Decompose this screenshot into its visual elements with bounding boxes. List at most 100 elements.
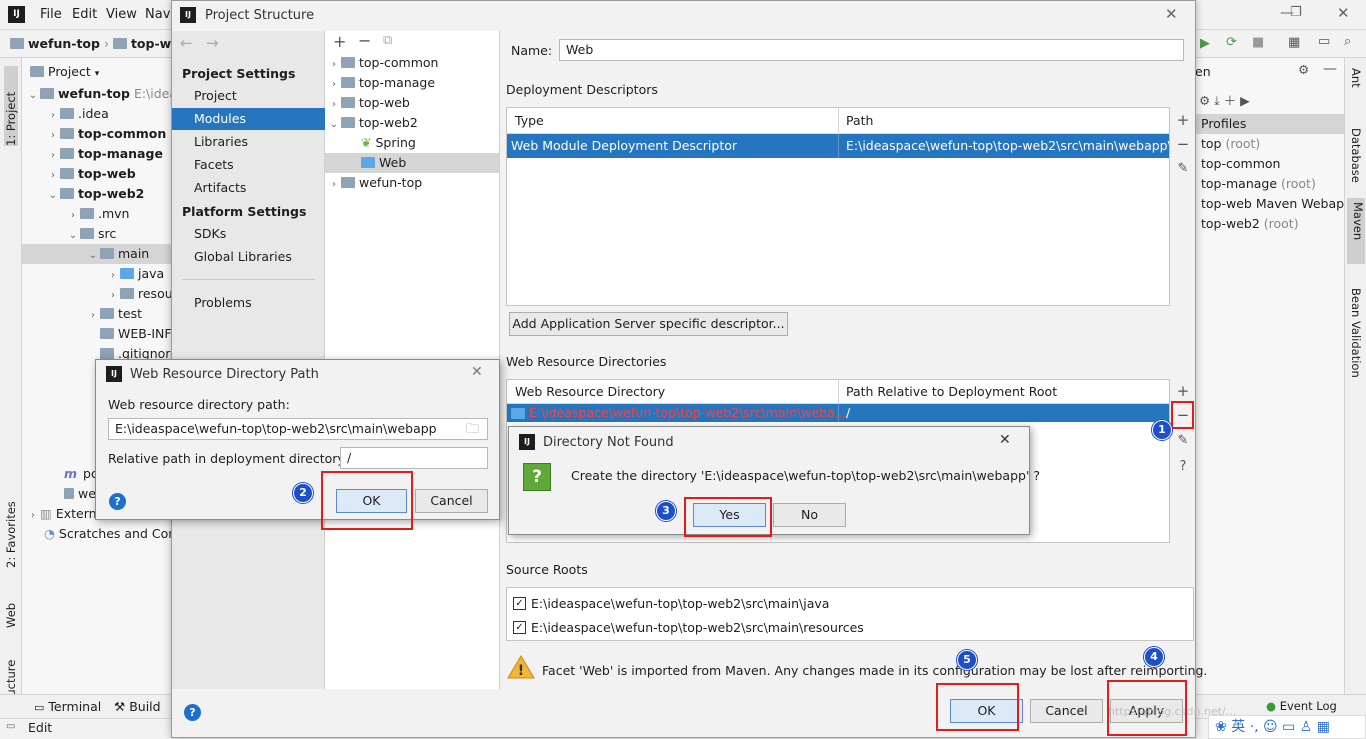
tree-item-web[interactable]: we xyxy=(64,484,96,504)
column-web-resource-directory[interactable]: Web Resource Directory xyxy=(515,380,665,404)
path-field[interactable]: E:\ideaspace\wefun-top\top-web2\src\main… xyxy=(108,418,488,440)
menu-edit[interactable]: Edit xyxy=(72,7,97,22)
menu-navigate[interactable]: Navi xyxy=(145,7,174,22)
close-icon[interactable]: ✕ xyxy=(471,364,483,380)
tab-maven[interactable]: Maven xyxy=(1347,198,1365,264)
chevron-down-icon[interactable]: ⌄ xyxy=(26,86,40,106)
edit-pencil-icon[interactable]: ✎ xyxy=(1174,433,1192,448)
tree-item[interactable]: › top-manage xyxy=(46,144,163,164)
category-artifacts[interactable]: Artifacts xyxy=(172,177,325,199)
tab-event-log[interactable]: ● Event Log xyxy=(1266,699,1337,713)
tree-item[interactable]: › .mvn xyxy=(66,204,129,224)
project-structure-icon[interactable]: ▦ xyxy=(1288,35,1300,50)
name-field[interactable]: Web xyxy=(559,39,1184,61)
debug-icon[interactable]: ⟳ xyxy=(1226,35,1237,50)
search-icon[interactable]: ⌕ xyxy=(1344,34,1351,49)
close-window-icon[interactable]: ✕ xyxy=(1337,4,1350,22)
add-icon[interactable]: + xyxy=(1174,111,1192,129)
table-row[interactable]: Web Module Deployment Descriptor E:\idea… xyxy=(507,134,1169,158)
chevron-down-icon[interactable]: ⌄ xyxy=(327,115,341,135)
tree-item[interactable]: ⌄ wefun-top E:\idea xyxy=(26,84,177,104)
tab-build[interactable]: ⚒ Build xyxy=(114,699,161,714)
restore-window-icon[interactable]: ❐ xyxy=(1290,5,1302,20)
project-view-selector[interactable]: Project xyxy=(48,64,91,79)
close-icon[interactable]: ✕ xyxy=(999,432,1011,448)
chevron-right-icon[interactable]: › xyxy=(46,146,60,166)
source-root-checkbox[interactable]: ✓ xyxy=(513,597,526,610)
category-modules[interactable]: Modules xyxy=(172,108,325,130)
tree-item[interactable]: › resou xyxy=(106,284,173,304)
menu-view[interactable]: View xyxy=(106,7,137,22)
chevron-right-icon[interactable]: › xyxy=(46,166,60,186)
module-tree-item[interactable]: › top-manage xyxy=(325,73,499,93)
tree-item[interactable]: › java xyxy=(106,264,164,284)
chevron-right-icon[interactable]: › xyxy=(46,126,60,146)
stop-icon[interactable]: ■ xyxy=(1252,35,1264,50)
category-libraries[interactable]: Libraries xyxy=(172,131,325,153)
ime-language[interactable]: 英 xyxy=(1231,719,1245,735)
module-tree-item[interactable]: ⌄ top-web2 xyxy=(325,113,499,133)
project-panel-header[interactable]: Project ▾ xyxy=(30,64,99,79)
module-tree-item[interactable]: Web xyxy=(325,153,499,173)
tab-web[interactable]: Web xyxy=(4,588,18,628)
chevron-right-icon[interactable]: › xyxy=(327,95,341,115)
chevron-right-icon[interactable]: › xyxy=(66,206,80,226)
tree-item[interactable]: ⌄ src xyxy=(66,224,116,244)
column-type[interactable]: Type xyxy=(515,108,544,134)
category-global-libraries[interactable]: Global Libraries xyxy=(172,246,325,268)
category-facets[interactable]: Facets xyxy=(172,154,325,176)
tab-ant[interactable]: Ant xyxy=(1349,68,1363,88)
maven-item[interactable]: top (root) xyxy=(1201,134,1260,154)
run-icon[interactable]: ▶ xyxy=(1200,36,1210,51)
chevron-right-icon[interactable]: › xyxy=(46,106,60,126)
tree-item[interactable]: › top-web xyxy=(46,164,136,184)
browse-folder-icon[interactable]: 🗀 xyxy=(466,420,479,442)
remove-icon[interactable]: − xyxy=(358,31,371,50)
module-tree-item[interactable]: ❦ Spring xyxy=(325,133,499,153)
copy-icon[interactable]: ⧉ xyxy=(383,33,392,48)
tree-item[interactable]: WEB-INF xyxy=(86,324,172,344)
tree-item-pom[interactable]: m po xyxy=(64,464,99,484)
chevron-down-icon[interactable]: ⌄ xyxy=(66,226,80,246)
edit-pencil-icon[interactable]: ✎ xyxy=(1174,161,1192,176)
module-tree-item[interactable]: › top-common xyxy=(325,53,499,73)
category-sdks[interactable]: SDKs xyxy=(172,223,325,245)
gear-icon[interactable]: ⚙ xyxy=(1298,62,1309,77)
hide-panel-icon[interactable]: — xyxy=(1323,61,1337,77)
column-path[interactable]: Path xyxy=(846,108,873,134)
remove-icon[interactable]: − xyxy=(1174,135,1192,153)
chevron-down-icon[interactable]: ⌄ xyxy=(86,246,100,266)
chevron-right-icon[interactable]: › xyxy=(327,175,341,195)
tree-item[interactable]: ⌄ main xyxy=(22,244,172,264)
back-arrow-icon[interactable]: ← xyxy=(180,34,193,52)
tab-database[interactable]: Database xyxy=(1349,128,1363,183)
chevron-right-icon[interactable]: › xyxy=(106,286,120,306)
source-root-checkbox[interactable]: ✓ xyxy=(513,621,526,634)
module-tree-item[interactable]: › wefun-top xyxy=(325,173,499,193)
relative-path-field[interactable]: / xyxy=(340,447,488,469)
tree-item[interactable]: › top-common xyxy=(46,124,166,144)
tree-item[interactable]: ⌄ top-web2 xyxy=(46,184,145,204)
menu-file[interactable]: File xyxy=(40,7,62,22)
cancel-button[interactable]: Cancel xyxy=(415,489,488,513)
category-problems[interactable]: Problems xyxy=(172,292,325,314)
add-icon[interactable]: + xyxy=(333,32,346,51)
table-row[interactable]: E:\ideaspace\wefun-top\top-web2\src\main… xyxy=(507,404,1169,422)
maven-item[interactable]: top-common xyxy=(1201,154,1280,174)
chevron-right-icon[interactable]: › xyxy=(86,306,100,326)
chevron-right-icon[interactable]: › xyxy=(106,266,120,286)
chevron-right-icon[interactable]: › xyxy=(327,75,341,95)
maven-item[interactable]: Profiles xyxy=(1201,114,1246,134)
maven-item[interactable]: top-web Maven Webapp xyxy=(1201,194,1352,214)
breadcrumb-item[interactable]: wefun-top xyxy=(28,36,100,51)
maven-item[interactable]: top-web2 (root) xyxy=(1201,214,1299,234)
ime-toolbar[interactable]: ❀ 英 ·, ☺ ▭ ♙ ▦ xyxy=(1208,715,1366,739)
tree-item-scratches[interactable]: ◔ Scratches and Con xyxy=(44,524,176,544)
tab-project[interactable]: 1: Project xyxy=(4,66,18,146)
tree-item[interactable]: › .idea xyxy=(46,104,109,124)
no-button[interactable]: No xyxy=(773,503,846,527)
tree-item[interactable]: › test xyxy=(86,304,142,324)
tree-item-external-libraries[interactable]: › ▥ Extern xyxy=(26,504,97,524)
chevron-right-icon[interactable]: › xyxy=(327,55,341,75)
tab-terminal[interactable]: ▭ Terminal xyxy=(34,699,101,714)
